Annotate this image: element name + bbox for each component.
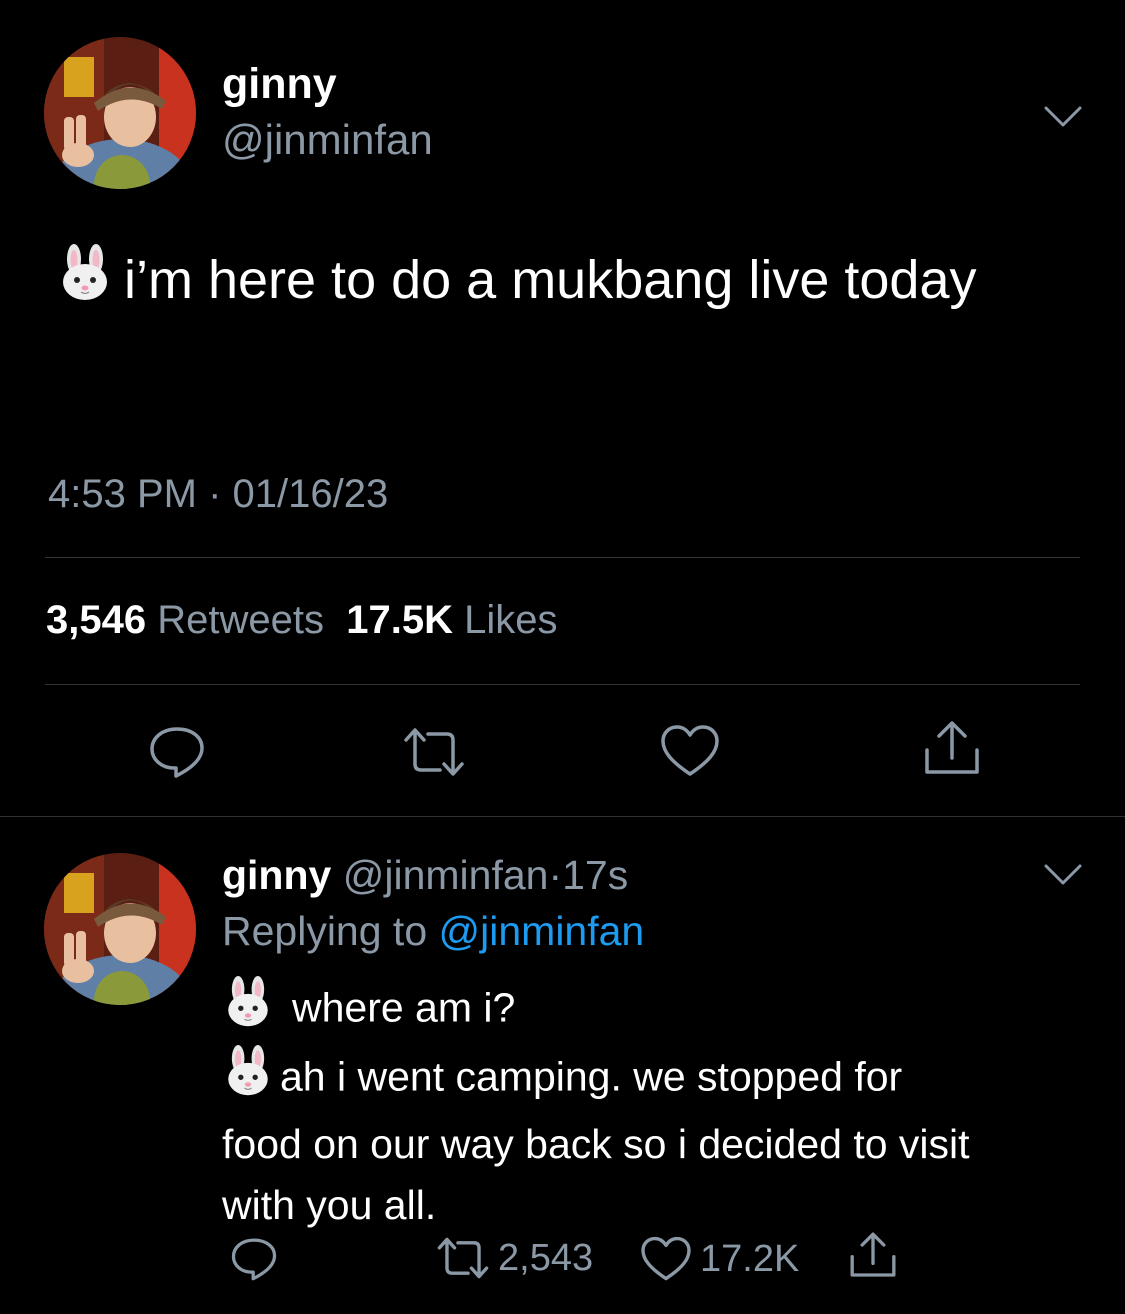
engagement-stats: 3,546 Retweets 17.5K Likes	[46, 598, 557, 643]
avatar[interactable]	[44, 37, 196, 189]
likes-stat[interactable]: 17.5K Likes	[346, 598, 557, 642]
likes-label: Likes	[464, 598, 558, 642]
reply-line: with you all.	[222, 1182, 437, 1228]
retweet-icon[interactable]	[436, 1236, 490, 1280]
avatar-image	[44, 853, 196, 1005]
reply-icon[interactable]	[148, 724, 206, 780]
replying-to: Replying to @jinminfan	[222, 908, 644, 955]
like-icon[interactable]	[660, 724, 720, 778]
reply-author-handle[interactable]: @jinminfan	[343, 852, 549, 898]
tweet-body: i’m here to do a mukbang live today	[124, 249, 977, 310]
retweets-label: Retweets	[157, 598, 324, 642]
retweet-icon[interactable]	[402, 726, 466, 778]
reply-age[interactable]: 17s	[562, 852, 628, 898]
share-icon[interactable]	[922, 718, 982, 778]
divider	[45, 684, 1080, 685]
replying-mention-link[interactable]: @jinminfan	[439, 908, 645, 954]
author-display-name[interactable]: ginny	[222, 60, 337, 109]
reply-author-display-name[interactable]: ginny	[222, 852, 331, 898]
chevron-down-icon[interactable]	[1043, 104, 1083, 130]
retweets-stat[interactable]: 3,546 Retweets	[46, 598, 324, 642]
reply-line: ah i went camping. we stopped for	[222, 1045, 1092, 1114]
reply-line: where am i?	[222, 976, 1092, 1045]
divider	[0, 816, 1125, 817]
reply-like-count: 17.2K	[700, 1237, 800, 1280]
reply-header: ginny @jinminfan·17s	[222, 852, 628, 899]
reply-line: food on our way back so i decided to vis…	[222, 1121, 970, 1167]
reply-action-share[interactable]	[848, 1230, 898, 1280]
rabbit-face-icon	[222, 1045, 274, 1114]
reply-action-like[interactable]: 17.2K	[640, 1236, 799, 1282]
likes-count: 17.5K	[346, 598, 453, 642]
reply-text: where am i? ah i went camping. we stoppe…	[222, 976, 1092, 1236]
share-icon[interactable]	[848, 1230, 898, 1280]
rabbit-face-icon	[222, 976, 274, 1045]
reply-icon[interactable]	[230, 1236, 278, 1282]
retweets-count: 3,546	[46, 598, 147, 642]
divider	[45, 557, 1080, 558]
chevron-down-icon[interactable]	[1043, 862, 1083, 888]
tweet-text: i’m here to do a mukbang live today	[56, 244, 976, 315]
reply-action-reply[interactable]	[230, 1236, 278, 1282]
rabbit-face-icon	[56, 244, 114, 315]
avatar-image	[44, 37, 196, 189]
avatar[interactable]	[44, 853, 196, 1005]
reply-retweet-count: 2,543	[498, 1236, 594, 1279]
reply-line-text: where am i?	[292, 984, 516, 1031]
like-icon[interactable]	[640, 1236, 692, 1282]
separator-dot: ·	[548, 852, 563, 898]
author-handle[interactable]: @jinminfan	[222, 116, 433, 164]
reply-line-text: ah i went camping. we stopped for	[280, 1053, 903, 1100]
tweet-timestamp[interactable]: 4:53 PM · 01/16/23	[48, 472, 388, 517]
reply-action-retweet[interactable]: 2,543	[436, 1236, 593, 1280]
replying-label: Replying to	[222, 908, 428, 954]
